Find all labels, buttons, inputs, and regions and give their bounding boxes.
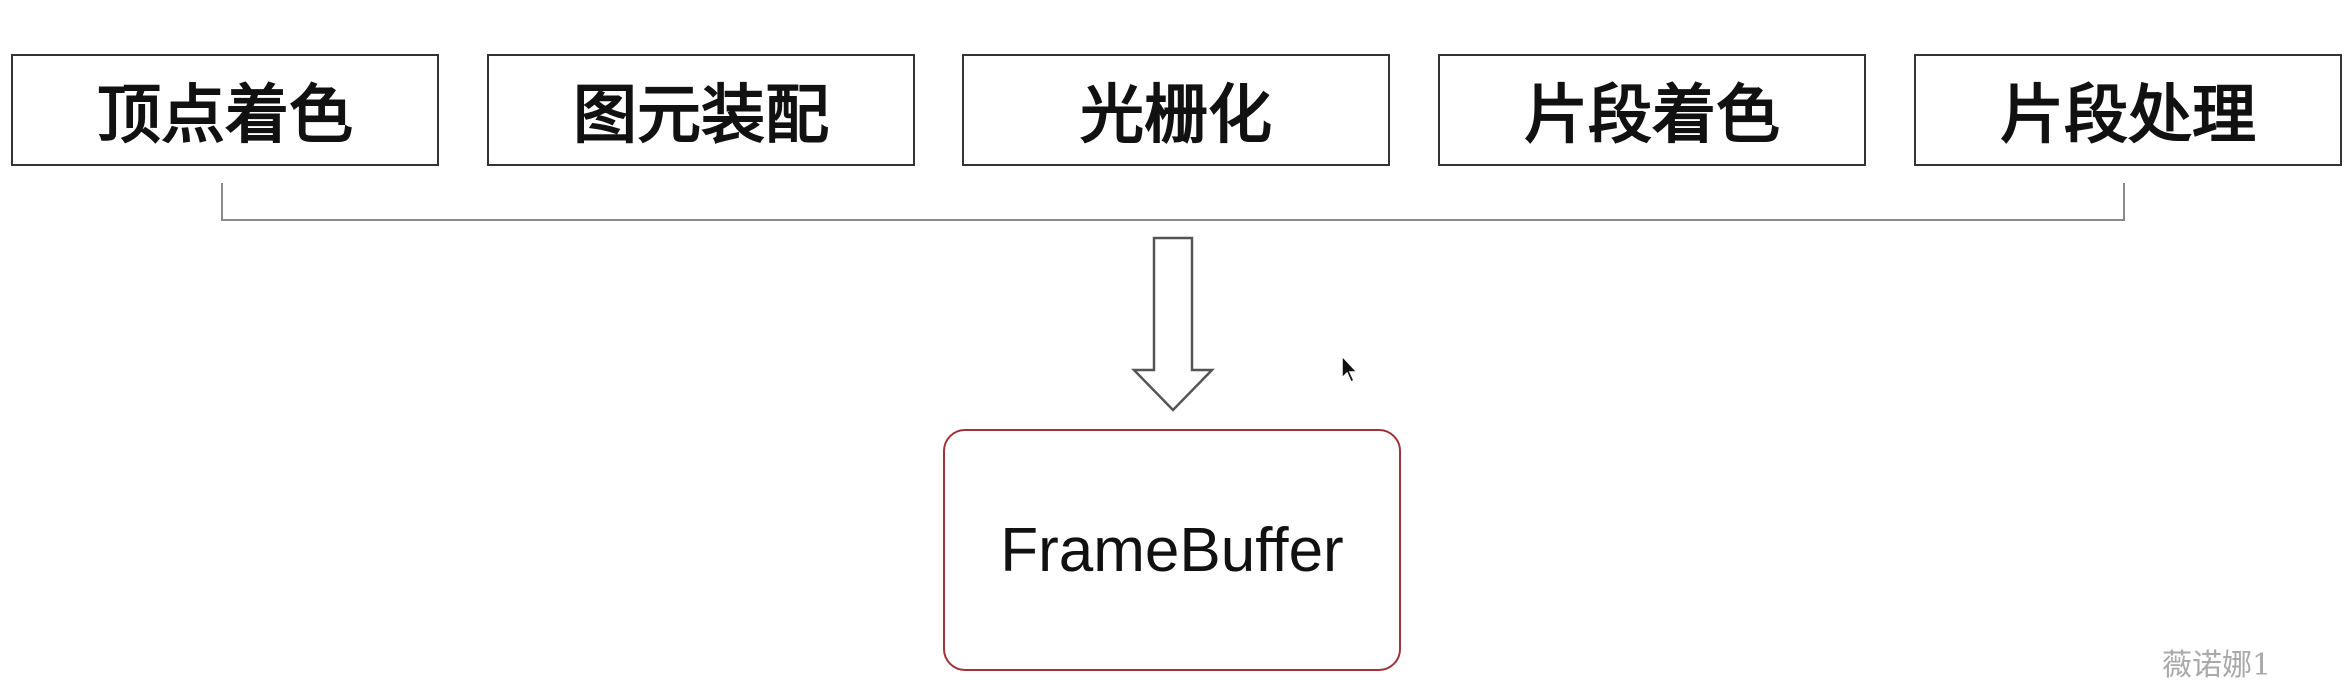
watermark-text: 薇诺娜1 xyxy=(2162,648,2272,683)
stage-label: 顶点着色 xyxy=(97,79,353,153)
framebuffer-label: FrameBuffer xyxy=(1000,515,1344,585)
pointer-arrow-icon xyxy=(1341,354,1359,384)
stage-label: 光栅化 xyxy=(1080,79,1272,153)
grouping-bracket xyxy=(221,183,2125,221)
stage-box-fragment-shading: 片段着色 xyxy=(1438,54,1866,166)
down-arrow xyxy=(1131,236,1215,412)
stage-box-rasterization: 光栅化 xyxy=(962,54,1390,166)
stage-label: 片段处理 xyxy=(2000,79,2256,153)
pipeline-diagram: 顶点着色 图元装配 光栅化 片段着色 片段处理 FrameBuffer 薇诺娜1 xyxy=(0,0,2350,692)
stage-box-primitive-assembly: 图元装配 xyxy=(487,54,915,166)
stage-box-fragment-processing: 片段处理 xyxy=(1914,54,2342,166)
stage-label: 片段着色 xyxy=(1524,79,1780,153)
framebuffer-box: FrameBuffer xyxy=(943,429,1401,671)
stage-label: 图元装配 xyxy=(573,79,829,153)
stage-box-vertex-shading: 顶点着色 xyxy=(11,54,439,166)
